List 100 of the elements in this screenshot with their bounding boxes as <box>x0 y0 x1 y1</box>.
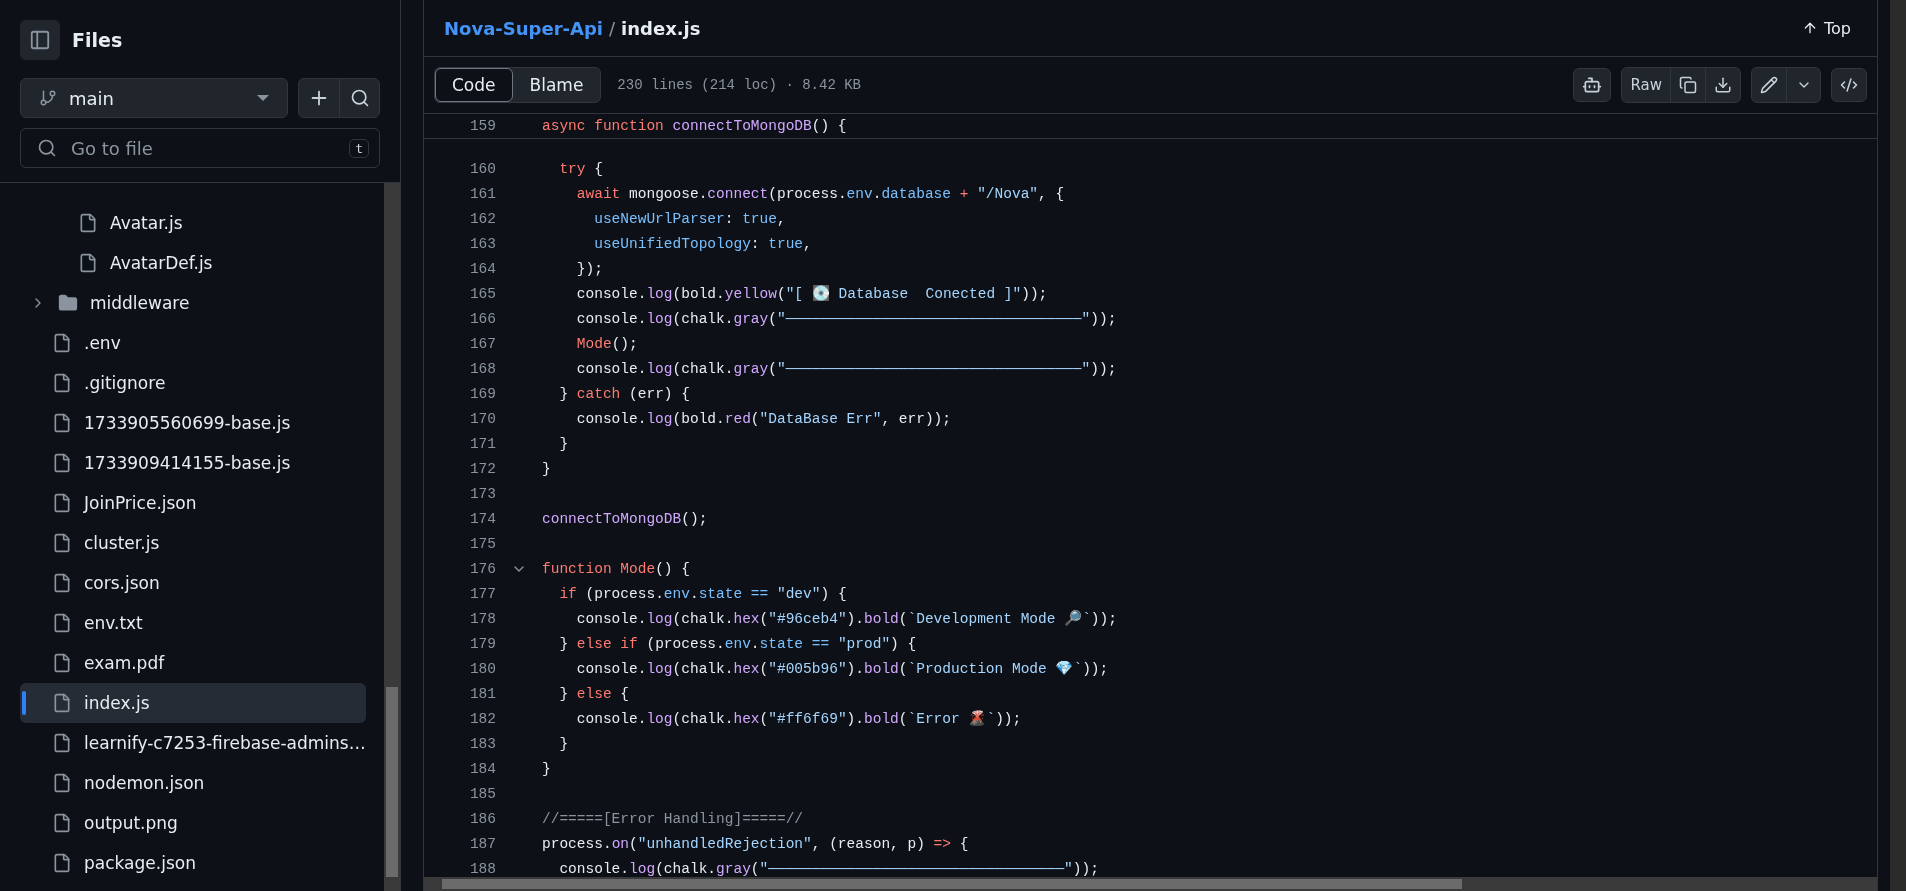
sidebar-title: Files <box>72 29 123 51</box>
file-item[interactable]: 1733909414155-base.js <box>20 443 366 483</box>
code-line: } else if (process.env.state == "prod") { <box>558 635 917 652</box>
branch-selector[interactable]: main <box>20 78 288 118</box>
pencil-icon <box>1760 76 1778 94</box>
go-to-file-input[interactable]: Go to file <box>69 136 338 160</box>
file-icon <box>78 253 98 273</box>
line-number: 162 <box>468 210 496 227</box>
code-line: console.log(bold.yellow("[ 💽 Database Conected ]")); <box>575 285 1048 302</box>
scrollbar[interactable] <box>384 183 400 891</box>
file-item[interactable]: .env <box>20 323 366 363</box>
line-number: 174 <box>468 510 496 527</box>
file-icon <box>52 333 72 353</box>
folder-icon <box>58 293 78 313</box>
file-item[interactable]: 1733905560699-base.js <box>20 403 366 443</box>
file-item[interactable]: .gitignore <box>20 363 366 403</box>
code-line: console.log(bold.red("DataBase Err", err)); <box>575 410 951 427</box>
line-number: 164 <box>468 260 496 277</box>
line-number: 176 <box>468 560 496 577</box>
copilot-button[interactable] <box>1573 68 1612 102</box>
line-number: 177 <box>468 585 496 602</box>
file-item[interactable]: AvatarDef.js <box>20 243 366 283</box>
code-line: } <box>542 460 551 477</box>
file-item[interactable]: nodemon.json <box>20 763 366 803</box>
line-number: 179 <box>468 635 496 652</box>
line-number: 188 <box>468 860 496 877</box>
line-number: 183 <box>468 735 496 752</box>
code-line: }); <box>575 260 603 277</box>
code-line: console.log(chalk.hex("#96ceb4").bold(`Development Mode 🔎`)); <box>575 610 1117 627</box>
file-icon <box>78 213 98 233</box>
caret-icon <box>257 95 269 101</box>
selection-indicator <box>22 691 26 715</box>
file-item[interactable]: index.js <box>20 683 366 723</box>
file-icon <box>52 533 72 553</box>
download-icon <box>1714 76 1732 94</box>
code-line: Mode(); <box>575 335 638 352</box>
line-number: 181 <box>468 685 496 702</box>
file-icon <box>52 373 72 393</box>
robot-icon <box>1582 75 1603 95</box>
file-item[interactable]: Avatar.js <box>20 203 366 243</box>
file-item[interactable]: learnify-c7253-firebase-admins… <box>20 723 366 763</box>
line-number: 169 <box>468 385 496 402</box>
symbols-panel-button[interactable] <box>1831 68 1867 102</box>
code-line: if (process.env.state == "dev") { <box>558 585 847 602</box>
line-number: 173 <box>468 485 496 502</box>
view-tab[interactable]: Blame <box>512 68 601 102</box>
collapse-sidebar-button[interactable] <box>20 20 60 60</box>
line-number: 159 <box>468 118 496 134</box>
search-icon <box>37 138 57 158</box>
line-number: 185 <box>468 785 496 802</box>
line-number: 180 <box>468 660 496 677</box>
code-line: } catch (err) { <box>558 385 690 402</box>
line-number: 167 <box>468 335 496 352</box>
file-icon <box>52 733 72 753</box>
code-line: } else { <box>558 685 630 702</box>
code-line: async function connectToMongoDB() { <box>542 118 847 134</box>
file-item[interactable]: cors.json <box>20 563 366 603</box>
code-line: useUnifiedTopology: true, <box>593 235 812 252</box>
line-number: 172 <box>468 460 496 477</box>
file-item[interactable]: JoinPrice.json <box>20 483 366 523</box>
line-number: 187 <box>468 835 496 852</box>
file-item[interactable]: package.json <box>20 843 366 883</box>
code-line: try { <box>558 160 603 177</box>
go-to-file-field[interactable]: Go to file t <box>20 128 380 168</box>
file-icon <box>52 693 72 713</box>
code-line: } <box>542 760 551 777</box>
line-number: 170 <box>468 410 496 427</box>
file-name: index.js <box>621 17 701 39</box>
repo-link[interactable]: Nova-Super-Api <box>444 17 603 39</box>
horizontal-scrollbar[interactable] <box>424 877 1877 891</box>
view-tab[interactable]: Code <box>435 68 513 102</box>
file-item[interactable]: cluster.js <box>20 523 366 563</box>
line-number: 163 <box>468 235 496 252</box>
code-line: process.on("unhandledRejection", (reason, p) => { <box>542 835 969 852</box>
sidebar-panel-icon <box>29 29 51 51</box>
code-line: console.log(chalk.gray("──────────────────────────────────")); <box>575 310 1117 327</box>
line-number: 182 <box>468 710 496 727</box>
code-line: console.log(chalk.hex("#ff6f69").bold(`Error 🌋`)); <box>575 710 1022 727</box>
copy-icon <box>1679 76 1697 94</box>
line-number: 165 <box>468 285 496 302</box>
file-icon <box>52 453 72 473</box>
line-number: 178 <box>468 610 496 627</box>
file-item[interactable]: exam.pdf <box>20 643 366 683</box>
line-number: 160 <box>468 160 496 177</box>
breadcrumb-separator: / <box>609 17 616 39</box>
page-scrollbar[interactable] <box>1890 0 1906 891</box>
line-number: 161 <box>468 185 496 202</box>
file-item[interactable]: output.png <box>20 803 366 843</box>
line-number: 171 <box>468 435 496 452</box>
folder-item[interactable]: middleware <box>20 283 366 323</box>
code-line: await mongoose.connect(process.env.database + "/Nova", { <box>575 185 1065 202</box>
code-line: function Mode() { <box>542 560 690 577</box>
code-line: console.log(chalk.hex("#005b96").bold(`Production Mode 💎`)); <box>575 660 1109 677</box>
code-brackets-icon <box>1840 76 1858 94</box>
shortcut-key: t <box>349 138 369 158</box>
line-number: 168 <box>468 360 496 377</box>
file-item[interactable]: env.txt <box>20 603 366 643</box>
file-info: 230 lines (214 loc) · 8.42 KB <box>617 77 861 93</box>
file-icon <box>52 653 72 673</box>
top-button[interactable]: Top <box>1796 17 1857 39</box>
